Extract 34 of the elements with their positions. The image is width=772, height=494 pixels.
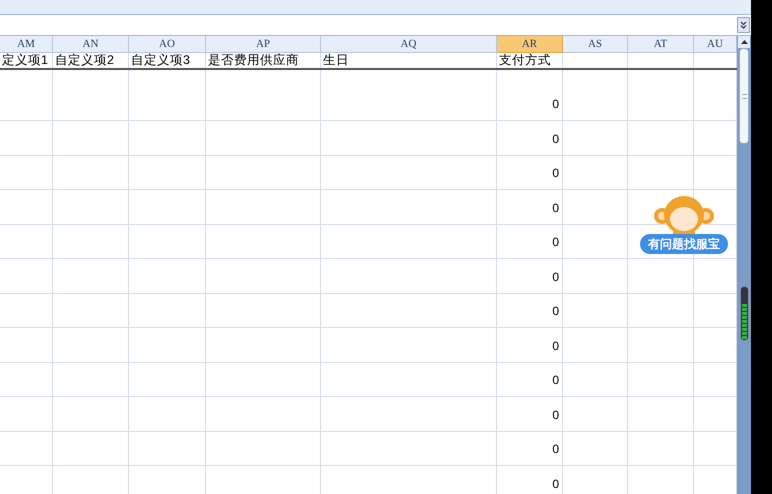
table-cell: 0	[552, 478, 559, 490]
expand-button[interactable]	[737, 17, 750, 33]
table-cell: 支付方式	[499, 54, 551, 67]
table-cell: 0	[552, 340, 559, 352]
table-cell: 0	[552, 167, 559, 179]
table-cell: 0	[552, 236, 559, 248]
table-cell: 0	[552, 202, 559, 214]
table-cell: 定义项1	[2, 54, 48, 67]
column-header[interactable]: AO	[129, 36, 206, 53]
column-header[interactable]: AT	[628, 36, 694, 53]
table-cell: 0	[552, 443, 559, 455]
table-cell: 0	[552, 408, 559, 420]
table-cell: 0	[552, 305, 559, 317]
scroll-thumb[interactable]	[739, 48, 749, 144]
column-header[interactable]: AQ	[321, 36, 497, 53]
table-cell: 自定义项3	[131, 54, 190, 67]
column-header[interactable]: AS	[563, 36, 628, 53]
column-header[interactable]: AN	[53, 36, 129, 53]
scrollbar[interactable]	[737, 36, 751, 494]
table-cell: 0	[552, 98, 559, 110]
monkey-mascot-icon	[651, 194, 717, 236]
arrow-up-icon	[740, 40, 748, 44]
column-header[interactable]: AR	[497, 36, 563, 53]
column-header[interactable]: AM	[0, 36, 53, 53]
table-cell: 0	[552, 270, 559, 282]
column-header[interactable]: AU	[694, 36, 737, 53]
table-cell: 生日	[323, 54, 349, 67]
table-cell: 0	[552, 132, 559, 144]
meter-icon	[740, 286, 749, 341]
table-cell: 是否费用供应商	[208, 54, 299, 67]
table-cell: 自定义项2	[55, 54, 114, 67]
chevron-down-icon	[740, 21, 747, 29]
table-cell: 0	[552, 374, 559, 386]
column-header[interactable]: AP	[206, 36, 321, 53]
